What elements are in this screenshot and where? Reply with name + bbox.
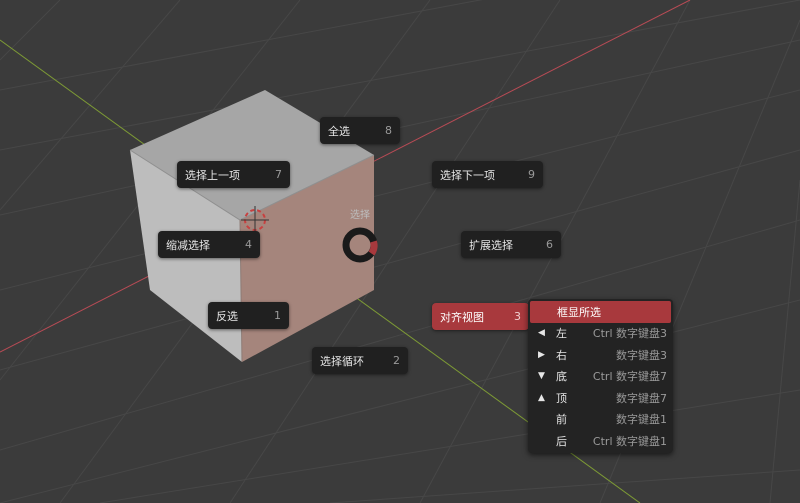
pie-item-label: 扩展选择: [469, 238, 513, 252]
menu-item-back[interactable]: 后 Ctrl 数字键盘1: [528, 430, 673, 452]
pie-direction-indicator: [342, 227, 378, 263]
align-view-submenu: 框显所选 ◀ 左 Ctrl 数字键盘3 ▶ 右 数字键盘3 ▼ 底 Ctrl 数…: [528, 299, 673, 453]
pie-item-label: 选择循环: [320, 354, 364, 368]
menu-item-shortcut: Ctrl 数字键盘3: [592, 327, 667, 341]
menu-item-label: 前: [556, 413, 567, 427]
menu-item-bottom[interactable]: ▼ 底 Ctrl 数字键盘7: [528, 366, 673, 388]
triangle-up-icon: ▲: [538, 392, 545, 403]
pie-item-key: 3: [514, 310, 521, 323]
menu-item-right[interactable]: ▶ 右 数字键盘3: [528, 344, 673, 366]
menu-item-shortcut: Ctrl 数字键盘7: [592, 370, 667, 384]
pie-item-invert-selection[interactable]: 反选 1: [208, 302, 289, 329]
pie-item-select-less[interactable]: 缩减选择 4: [158, 231, 260, 258]
pie-item-label: 全选: [328, 124, 350, 138]
pie-item-key: 6: [546, 238, 553, 251]
menu-item-top[interactable]: ▲ 顶 数字键盘7: [528, 387, 673, 409]
menu-item-front[interactable]: 前 数字键盘1: [528, 409, 673, 431]
pie-item-key: 9: [528, 168, 535, 181]
triangle-left-icon: ◀: [538, 328, 545, 339]
pie-item-select-more[interactable]: 扩展选择 6: [461, 231, 561, 258]
pie-item-key: 7: [275, 168, 282, 181]
menu-item-shortcut: Ctrl 数字键盘1: [592, 434, 667, 448]
pie-item-key: 2: [393, 354, 400, 367]
pie-item-key: 1: [274, 309, 281, 322]
menu-item-left[interactable]: ◀ 左 Ctrl 数字键盘3: [528, 323, 673, 345]
triangle-down-icon: ▼: [538, 371, 545, 382]
pie-item-select-all[interactable]: 全选 8: [320, 117, 400, 144]
pie-item-select-previous[interactable]: 选择上一项 7: [177, 161, 290, 188]
menu-item-shortcut: 数字键盘1: [616, 413, 667, 427]
menu-item-label: 底: [556, 370, 567, 384]
pie-item-label: 选择下一项: [440, 168, 495, 182]
pie-item-select-loop[interactable]: 选择循环 2: [312, 347, 408, 374]
pie-menu-title: 选择: [350, 210, 370, 221]
triangle-right-icon: ▶: [538, 349, 545, 360]
menu-item-label: 框显所选: [557, 305, 601, 319]
pie-item-select-next[interactable]: 选择下一项 9: [432, 161, 543, 188]
menu-item-label: 左: [556, 327, 567, 341]
floor-grid: [0, 0, 800, 503]
menu-item-label: 后: [556, 434, 567, 448]
pie-item-label: 反选: [216, 309, 238, 323]
menu-item-shortcut: 数字键盘7: [616, 391, 667, 405]
menu-item-label: 顶: [556, 391, 567, 405]
pie-item-label: 缩减选择: [166, 238, 210, 252]
pie-item-label: 选择上一项: [185, 168, 240, 182]
menu-item-shortcut: 数字键盘3: [616, 348, 667, 362]
menu-item-frame-selected[interactable]: 框显所选: [530, 301, 671, 323]
pie-item-align-view[interactable]: 对齐视图 3: [432, 303, 529, 330]
pie-item-label: 对齐视图: [440, 310, 484, 324]
pie-item-key: 8: [385, 124, 392, 137]
pie-item-key: 4: [245, 238, 252, 251]
3d-viewport[interactable]: [0, 0, 800, 503]
menu-item-label: 右: [556, 348, 567, 362]
